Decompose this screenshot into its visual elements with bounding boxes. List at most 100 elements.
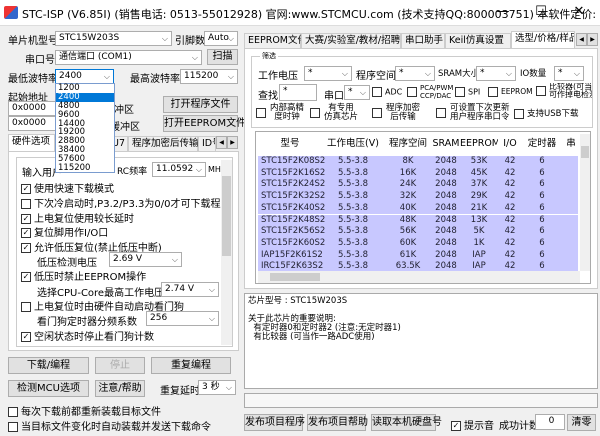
publish-program-button[interactable]: 发布项目程序: [244, 414, 305, 431]
detect-mcu-button[interactable]: 检测MCU选项: [8, 380, 89, 397]
max-baud-select[interactable]: 115200 ⌵: [180, 69, 238, 84]
checkbox[interactable]: [372, 108, 382, 118]
table-row[interactable]: STC15F2K40S2 5.5-3.8 40K 2048 21K 42 6: [258, 202, 578, 215]
auto-send-option[interactable]: 当目标文件变化时自动装载并发送下载命令: [8, 418, 211, 433]
pins-select[interactable]: Auto ⌵: [204, 31, 238, 46]
search-input[interactable]: *: [279, 84, 317, 101]
beep-option[interactable]: ✓ 提示音: [451, 417, 494, 432]
maximize-button[interactable]: ☐: [526, 4, 556, 19]
reload-before-download-option[interactable]: 每次下载前都重新装载目标文件: [8, 403, 161, 418]
tab-id[interactable]: ID号: [198, 136, 216, 151]
baud-dropdown-list[interactable]: 1200 2400 4800 9600 14400 19200 28800 38400 5760…: [55, 83, 115, 173]
checkbox[interactable]: [8, 407, 18, 417]
tab-scroll-right-icon[interactable]: ▶: [227, 136, 238, 149]
eeprom-address-input[interactable]: 0x0000: [8, 116, 60, 131]
checkbox[interactable]: [455, 87, 465, 97]
hw-option[interactable]: 下次冷启动时,P3.2/P3.3为0/0才可下载程序: [21, 195, 231, 210]
column-header[interactable]: 型号: [258, 132, 322, 156]
checkbox[interactable]: [21, 198, 31, 209]
hw-option[interactable]: ✓ 使用快速下载模式: [21, 180, 114, 195]
mcu-type-select[interactable]: STC15W203S ⌵: [55, 31, 172, 46]
table-row[interactable]: STC15F2K32S2 5.5-3.8 32K 2048 29K 42 6: [258, 191, 578, 203]
open-program-file-button[interactable]: 打开程序文件: [163, 96, 238, 113]
scrollbar-thumb[interactable]: [270, 273, 320, 281]
tab-scroll-left-icon[interactable]: ◀: [576, 33, 587, 46]
tab-encrypted-transfer[interactable]: 程序加密后传输: [128, 136, 199, 151]
column-header[interactable]: 程序空间: [384, 132, 432, 156]
table-row[interactable]: STC15F2K24S2 5.5-3.8 24K 2048 37K 42 6: [258, 179, 578, 192]
lvd-select[interactable]: 2.69 V ⌵: [109, 252, 182, 267]
checkbox[interactable]: [488, 87, 498, 97]
repeat-program-button[interactable]: 重复编程: [151, 357, 231, 374]
tab-keil-settings[interactable]: Keil仿真设置: [445, 33, 511, 48]
usb-download-option[interactable]: 支持USB下载: [514, 107, 578, 119]
min-baud-select[interactable]: 2400 ⌵: [55, 69, 114, 84]
rc-frequency-select[interactable]: 11.0592 ⌵: [152, 162, 206, 177]
idle-stop-option[interactable]: ✓ 空闲状态时停止看门狗计数: [21, 328, 154, 343]
clear-count-button[interactable]: 清零: [567, 414, 596, 431]
table-hscrollbar[interactable]: [258, 271, 580, 283]
repeat-delay-select[interactable]: 3 秒 ⌵: [198, 380, 236, 395]
column-header[interactable]: 串: [562, 132, 580, 156]
program-space-select[interactable]: * ⌵: [395, 66, 435, 81]
scrollbar-thumb[interactable]: [222, 176, 231, 256]
ice-option[interactable]: 有专用 仿真芯片: [310, 104, 358, 121]
io-count-select[interactable]: * ⌵: [554, 66, 584, 81]
download-button[interactable]: 下载/编程: [8, 357, 89, 374]
cmd-option[interactable]: 可设置下次更新 用户程序串口令: [436, 104, 510, 121]
tab-scroll-left-icon[interactable]: ◀: [216, 136, 227, 149]
read-disk-id-button[interactable]: 读取本机硬盘号: [371, 414, 442, 431]
chip-info-box[interactable]: 芯片型号 : STC15W203S 关于此芯片的重要说明: 有定时器0和定时器2…: [244, 293, 598, 389]
checkbox[interactable]: ✓: [451, 421, 461, 431]
baud-option[interactable]: 115200: [56, 164, 114, 173]
checkbox[interactable]: ✓: [21, 184, 31, 194]
checkbox[interactable]: ✓: [21, 228, 31, 239]
checkbox[interactable]: [256, 108, 266, 118]
column-header[interactable]: 工作电压(V): [322, 132, 384, 156]
checkbox[interactable]: ✓: [21, 272, 31, 282]
irc-option[interactable]: 内部高精 度时钟: [256, 104, 304, 121]
table-row[interactable]: STC15F2K16S2 5.5-3.8 16K 2048 45K 42 6: [258, 167, 578, 180]
checkbox[interactable]: ✓: [21, 213, 31, 224]
checkbox[interactable]: [21, 302, 31, 312]
code-address-input[interactable]: 0x0000: [8, 101, 60, 116]
checkbox[interactable]: [407, 87, 417, 97]
stop-button[interactable]: 停止: [95, 357, 145, 374]
publish-help-button[interactable]: 发布项目帮助: [307, 414, 368, 431]
hw-option[interactable]: ✓ 复位脚用作I/O口: [21, 224, 108, 239]
table-row[interactable]: STC15F2K08S2 5.5-3.8 8K 2048 53K 42 6: [258, 156, 578, 168]
sram-select[interactable]: * ⌵: [476, 66, 516, 81]
tab-hardware-options[interactable]: 硬件选项: [8, 134, 55, 151]
help-button[interactable]: 注意/帮助: [95, 380, 145, 397]
column-header[interactable]: 定时器: [522, 132, 562, 156]
open-eeprom-file-button[interactable]: 打开EEPROM文件: [163, 115, 246, 132]
eeprom-option[interactable]: EEPROM: [488, 87, 533, 97]
options-scrollbar[interactable]: [221, 160, 232, 345]
enc-option[interactable]: 程序加密 后传输: [372, 104, 420, 121]
uart-select[interactable]: * ⌵: [344, 85, 370, 100]
checkbox[interactable]: [436, 108, 446, 118]
minimize-button[interactable]: —: [488, 4, 518, 19]
checkbox[interactable]: [310, 108, 320, 118]
hw-option[interactable]: ✓ 上电复位使用较长延时: [21, 210, 134, 225]
column-header[interactable]: I/O: [498, 132, 522, 156]
table-row[interactable]: STC15F2K60S2 5.5-3.8 60K 2048 1K 42 6: [258, 237, 578, 250]
pca-option[interactable]: PCA/PWM CCP/DAC: [407, 84, 453, 100]
clear-code-buffer-label[interactable]: 冲区: [114, 101, 134, 116]
scan-button[interactable]: 扫描: [207, 49, 238, 65]
scrollbar-thumb[interactable]: [581, 146, 589, 158]
checkbox[interactable]: [514, 108, 524, 119]
adc-option[interactable]: ADC: [372, 87, 402, 97]
voltage-select[interactable]: * ⌵: [304, 66, 352, 81]
tab-eeprom-file[interactable]: EEPROM文件: [244, 33, 307, 48]
tab-scroll-right-icon[interactable]: ▶: [587, 33, 598, 46]
tab-selection-price[interactable]: 选型/价格/样品: [511, 31, 575, 48]
cpu-core-select[interactable]: 2.74 V ⌵: [161, 282, 219, 297]
tab-contest[interactable]: 大赛/实验室/教材/招聘: [301, 33, 401, 48]
table-row[interactable]: STC15F2K48S2 5.5-3.8 48K 2048 13K 42 6: [258, 214, 578, 227]
checkbox[interactable]: [8, 422, 18, 432]
column-header[interactable]: EEPROM: [460, 132, 498, 156]
spi-option[interactable]: SPI: [455, 87, 480, 97]
tab-serial-assistant[interactable]: 串口助手: [401, 33, 445, 48]
comparator-option[interactable]: 比较器(可当可作掉电检测: [536, 83, 592, 99]
